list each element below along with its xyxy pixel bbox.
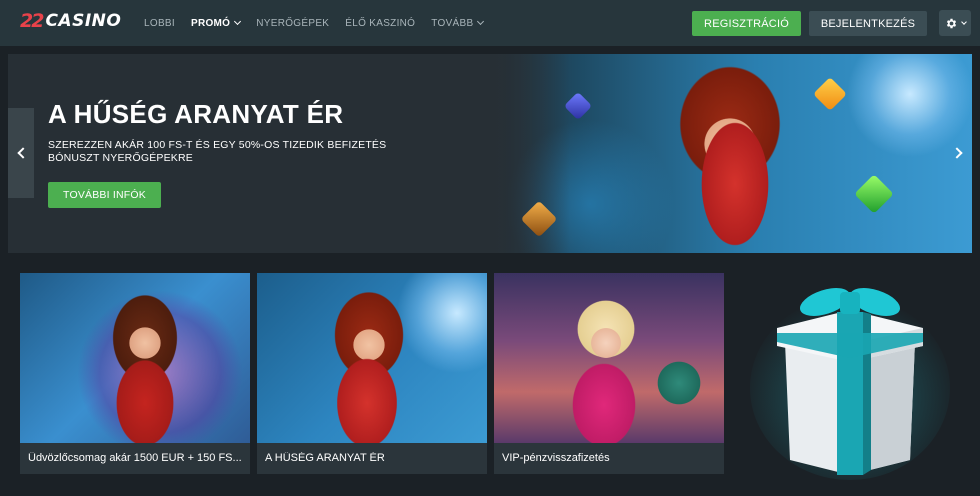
promo-card-image	[494, 273, 724, 443]
gear-icon	[946, 18, 956, 28]
nav-label: ÉLŐ KASZINÓ	[345, 17, 416, 29]
nav-item-nyerogepek[interactable]: NYERŐGÉPEK	[256, 18, 329, 29]
promo-card-welcome[interactable]: Üdvözlőcsomag akár 1500 EUR + 150 FS...	[20, 273, 250, 474]
promo-card-label: VIP-pénzvisszafizetés	[502, 452, 610, 464]
promo-card-label: Üdvözlőcsomag akár 1500 EUR + 150 FS...	[28, 452, 242, 464]
nav-label: TOVÁBB	[431, 17, 474, 29]
logo-mark: 22	[20, 10, 44, 32]
nav-item-elo-kaszino[interactable]: ÉLŐ KASZINÓ	[345, 18, 415, 29]
gift-box-icon[interactable]	[745, 270, 955, 480]
more-info-button[interactable]: TOVÁBBI INFÓK	[48, 182, 161, 208]
hero-title: A HŰSÉG ARANYAT ÉR	[48, 99, 344, 129]
logo-text: CASINO	[45, 11, 122, 31]
promo-card-image	[20, 273, 250, 443]
carousel-prev-button[interactable]	[8, 108, 34, 198]
nav-label: LOBBI	[144, 17, 175, 29]
nav-label: PROMÓ	[190, 17, 231, 29]
promo-card-image	[257, 273, 487, 443]
chevron-left-icon	[17, 147, 29, 159]
nav-item-tovabb[interactable]: TOVÁBB	[431, 17, 485, 29]
nav-item-lobbi[interactable]: LOBBI	[144, 18, 175, 29]
hero-banner[interactable]: A HŰSÉG ARANYAT ÉR SZEREZZEN AKÁR 100 FS…	[8, 54, 972, 253]
promo-card-vip-cashback[interactable]: VIP-pénzvisszafizetés	[494, 273, 724, 474]
promo-card-loyalty[interactable]: A HŰSÉG ARANYAT ÉR	[257, 273, 487, 474]
settings-button[interactable]	[939, 10, 971, 36]
chevron-down-icon	[960, 18, 967, 25]
chevron-down-icon	[477, 17, 485, 26]
main-nav: LOBBI PROMÓ NYERŐGÉPEK ÉLŐ KASZINÓ TOVÁB…	[144, 0, 499, 46]
chevron-right-icon	[951, 147, 963, 159]
carousel-next-button[interactable]	[946, 108, 972, 198]
top-header: 22 CASINO LOBBI PROMÓ NYERŐGÉPEK ÉLŐ KAS…	[0, 0, 980, 46]
casino-logo[interactable]: 22 CASINO	[20, 10, 121, 32]
nav-item-promo[interactable]: PROMÓ	[190, 17, 242, 29]
register-button[interactable]: REGISZTRÁCIÓ	[692, 11, 801, 36]
hero-subtitle: SZEREZZEN AKÁR 100 FS-T ÉS EGY 50%-OS TI…	[48, 139, 387, 164]
nav-label: NYERŐGÉPEK	[256, 17, 330, 29]
promo-card-label: A HŰSÉG ARANYAT ÉR	[265, 452, 385, 464]
chevron-down-icon	[234, 17, 242, 26]
login-button[interactable]: BEJELENTKEZÉS	[809, 11, 927, 36]
